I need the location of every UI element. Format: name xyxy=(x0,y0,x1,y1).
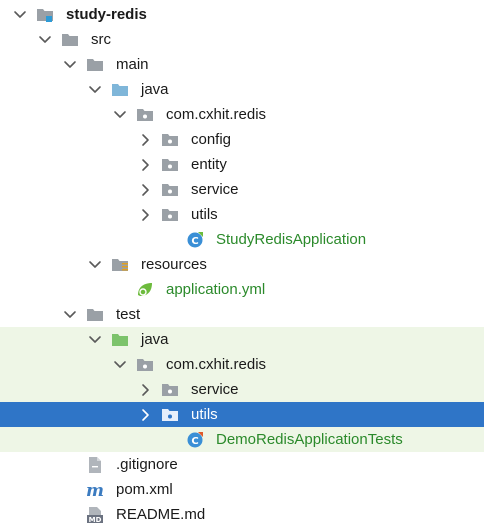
package-icon xyxy=(161,381,179,398)
tree-node-application-yml[interactable]: application.yml xyxy=(0,277,484,302)
tree-node-label: service xyxy=(191,381,239,398)
module-folder-icon xyxy=(36,6,54,23)
chevron-down-icon[interactable] xyxy=(87,327,103,352)
chevron-right-icon[interactable] xyxy=(137,202,153,227)
tree-node-resources[interactable]: resources xyxy=(0,252,484,277)
chevron-down-icon[interactable] xyxy=(12,2,28,27)
svg-text:MD: MD xyxy=(89,516,102,523)
tree-node-com-cxhit-redis[interactable]: com.cxhit.redis xyxy=(0,352,484,377)
chevron-down-icon[interactable] xyxy=(87,252,103,277)
chevron-down-icon[interactable] xyxy=(62,302,78,327)
tree-node-entity[interactable]: entity xyxy=(0,152,484,177)
chevron-down-icon[interactable] xyxy=(87,77,103,102)
tree-node-study-redis[interactable]: study-redis xyxy=(0,2,484,27)
tree-node-pom-xml[interactable]: m pom.xml xyxy=(0,477,484,502)
tree-node-label: com.cxhit.redis xyxy=(166,356,267,373)
tree-node-main[interactable]: main xyxy=(0,52,484,77)
maven-file-icon: m xyxy=(86,481,104,498)
tree-node-config[interactable]: config xyxy=(0,127,484,152)
tree-node-service[interactable]: service xyxy=(0,377,484,402)
spring-test-class-icon: C xyxy=(186,431,204,448)
tree-node-gitignore[interactable]: .gitignore xyxy=(0,452,484,477)
tree-node-label: README.md xyxy=(116,506,206,523)
folder-icon xyxy=(86,56,104,73)
chevron-right-icon[interactable] xyxy=(137,177,153,202)
tree-node-label: main xyxy=(116,56,149,73)
tree-node-readme-md[interactable]: MD README.md xyxy=(0,502,484,527)
tree-node-label: utils xyxy=(191,406,218,423)
chevron-down-icon[interactable] xyxy=(37,27,53,52)
tree-node-label: .gitignore xyxy=(116,456,178,473)
tree-node-label: resources xyxy=(141,256,207,273)
chevron-down-icon[interactable] xyxy=(112,102,128,127)
tree-node-test[interactable]: test xyxy=(0,302,484,327)
resources-folder-icon xyxy=(111,256,129,273)
chevron-right-icon[interactable] xyxy=(137,377,153,402)
chevron-right-icon[interactable] xyxy=(137,402,153,427)
tree-node-utils[interactable]: utils xyxy=(0,402,484,427)
tree-node-label: service xyxy=(191,181,239,198)
source-root-folder-icon xyxy=(111,81,129,98)
tree-node-java[interactable]: java xyxy=(0,327,484,352)
tree-node-com-cxhit-redis[interactable]: com.cxhit.redis xyxy=(0,102,484,127)
svg-text:C: C xyxy=(191,236,198,247)
spring-class-icon: C xyxy=(186,231,204,248)
gitignore-file-icon xyxy=(86,456,104,473)
tree-node-label: StudyRedisApplication xyxy=(216,231,367,248)
package-icon xyxy=(161,156,179,173)
tree-node-label: java xyxy=(141,81,169,98)
package-icon xyxy=(136,106,154,123)
chevron-down-icon[interactable] xyxy=(62,52,78,77)
package-icon xyxy=(161,131,179,148)
package-icon xyxy=(161,406,179,423)
tree-node-studyredisapplication[interactable]: C StudyRedisApplication xyxy=(0,227,484,252)
tree-node-label: application.yml xyxy=(166,281,266,298)
tree-node-label: java xyxy=(141,331,169,348)
test-root-folder-icon xyxy=(111,331,129,348)
tree-node-label: com.cxhit.redis xyxy=(166,106,267,123)
folder-icon xyxy=(86,306,104,323)
tree-node-label: study-redis xyxy=(66,6,147,23)
tree-node-label: test xyxy=(116,306,141,323)
folder-icon xyxy=(61,31,79,48)
tree-node-utils[interactable]: utils xyxy=(0,202,484,227)
tree-node-label: entity xyxy=(191,156,227,173)
package-icon xyxy=(136,356,154,373)
markdown-file-icon: MD xyxy=(86,506,104,523)
tree-node-label: config xyxy=(191,131,232,148)
package-icon xyxy=(161,206,179,223)
svg-text:m: m xyxy=(86,481,104,498)
tree-node-label: src xyxy=(91,31,111,48)
tree-node-label: utils xyxy=(191,206,218,223)
svg-text:C: C xyxy=(191,436,198,447)
tree-node-label: pom.xml xyxy=(116,481,173,498)
tree-node-label: DemoRedisApplicationTests xyxy=(216,431,403,448)
tree-node-demoredisapplicationtests[interactable]: C DemoRedisApplicationTests xyxy=(0,427,484,452)
chevron-down-icon[interactable] xyxy=(112,352,128,377)
tree-node-java[interactable]: java xyxy=(0,77,484,102)
chevron-right-icon[interactable] xyxy=(137,152,153,177)
chevron-right-icon[interactable] xyxy=(137,127,153,152)
spring-config-icon xyxy=(136,281,154,298)
project-tree: study-redis src main java com.cxhit.redis con… xyxy=(0,2,484,527)
package-icon xyxy=(161,181,179,198)
tree-node-src[interactable]: src xyxy=(0,27,484,52)
tree-node-service[interactable]: service xyxy=(0,177,484,202)
